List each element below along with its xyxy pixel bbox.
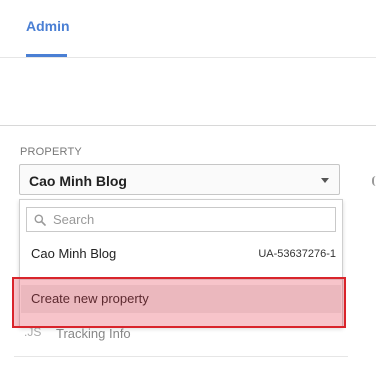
create-new-property-item[interactable]: Create new property <box>21 285 341 313</box>
tab-admin[interactable]: Admin <box>26 18 70 34</box>
property-option-id: UA-53637276-1 <box>258 248 336 260</box>
search-input[interactable] <box>53 210 323 229</box>
top-tabbar: Admin <box>0 0 376 58</box>
js-icon: .JS <box>24 325 42 339</box>
section-divider <box>0 125 376 126</box>
property-select-value: Cao Minh Blog <box>29 173 127 189</box>
create-new-property-label: Create new property <box>31 291 149 306</box>
property-dropdown: Cao Minh Blog UA-53637276-1 Create new p… <box>19 199 343 327</box>
property-option[interactable]: Cao Minh Blog UA-53637276-1 <box>21 240 341 268</box>
property-select[interactable]: Cao Minh Blog <box>19 164 340 195</box>
list-divider <box>14 356 348 357</box>
property-option-name: Cao Minh Blog <box>31 246 117 261</box>
tracking-info-label: Tracking Info <box>56 326 131 341</box>
property-section-label: PROPERTY <box>20 146 82 158</box>
search-icon <box>34 214 46 226</box>
search-box[interactable] <box>26 207 336 232</box>
edge-fragment <box>372 176 376 186</box>
dropdown-divider <box>20 279 342 280</box>
caret-down-icon <box>321 178 329 183</box>
tabbar-divider <box>0 57 376 58</box>
